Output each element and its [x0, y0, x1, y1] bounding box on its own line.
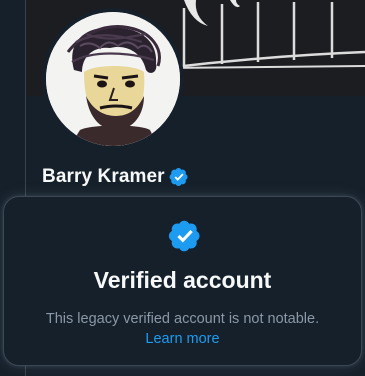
verified-account-popover: Verified account This legacy verified ac… — [3, 196, 362, 366]
display-name: Barry Kramer — [42, 166, 165, 187]
avatar-drawing — [46, 12, 180, 146]
learn-more-link[interactable]: Learn more — [4, 330, 361, 348]
verified-badge-icon[interactable] — [169, 167, 189, 187]
verified-badge-icon — [168, 219, 202, 253]
avatar-frame[interactable] — [42, 8, 184, 150]
avatar[interactable] — [46, 12, 180, 146]
popover-description: This legacy verified account is not nota… — [45, 311, 320, 327]
profile-name-row: Barry Kramer — [42, 164, 189, 190]
popover-title: Verified account — [93, 267, 272, 293]
